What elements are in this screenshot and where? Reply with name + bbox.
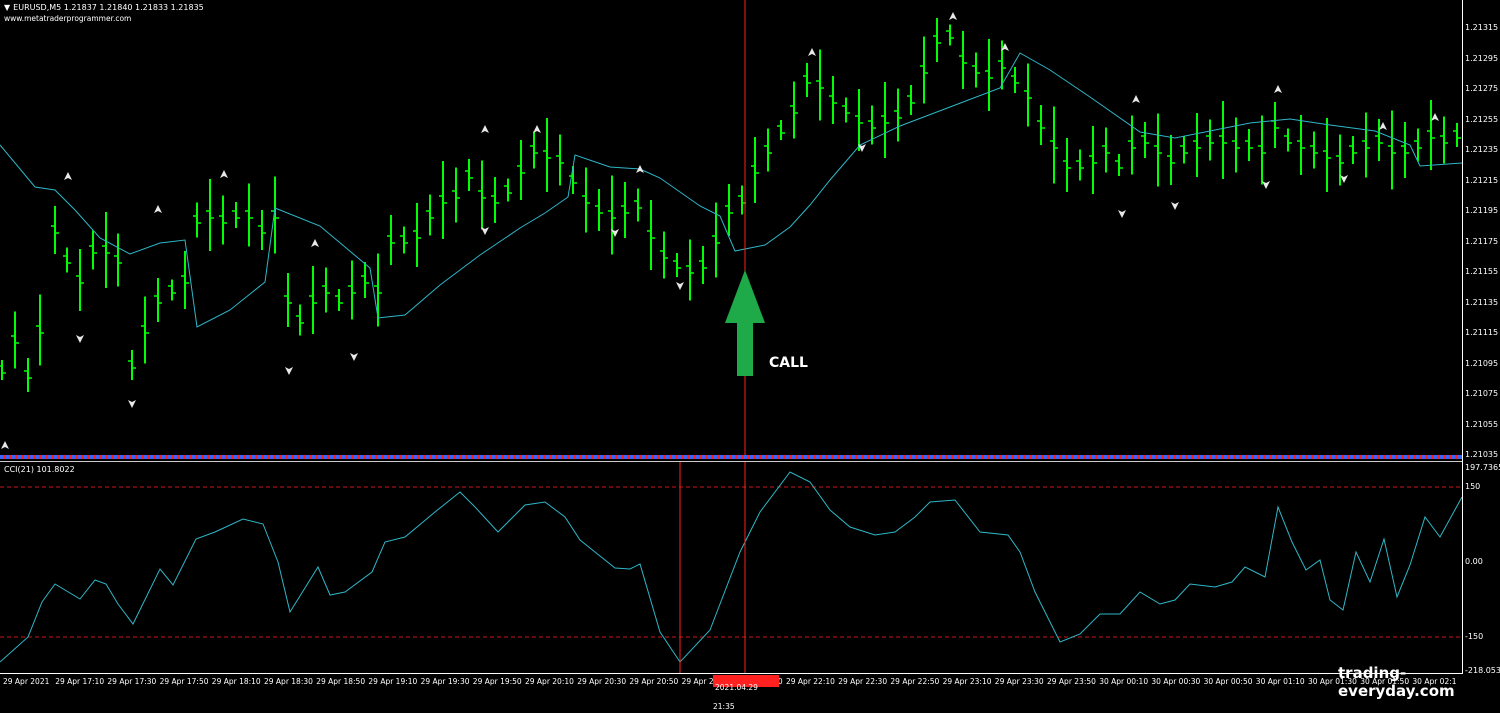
down-fractal-icon [676, 282, 684, 290]
time-tick: 29 Apr 20:10 [525, 677, 574, 686]
time-cursor-label: 2021.04.29 21:35 [713, 683, 758, 711]
up-fractal-icon [220, 170, 228, 178]
down-fractal-icon [350, 353, 358, 361]
up-fractal-icon [154, 205, 162, 213]
cci-tick: -150 [1465, 632, 1484, 641]
price-tick: 1.21075 [1465, 389, 1499, 398]
down-fractal-icon [481, 227, 489, 235]
down-fractal-icon [128, 400, 136, 408]
up-fractal-icon [64, 172, 72, 180]
time-tick: 29 Apr 20:30 [577, 677, 627, 686]
time-cursor-badge: 2021.04.29 21:35 [713, 675, 779, 711]
time-tick: 30 Apr 00:50 [1203, 677, 1253, 686]
price-tick: 1.21175 [1465, 236, 1499, 246]
price-tick: 1.21295 [1465, 53, 1499, 63]
price-bars [0, 18, 1461, 392]
time-tick: 29 Apr 20:50 [629, 677, 679, 686]
down-fractal-icon [1340, 175, 1348, 183]
up-fractal-icon [1379, 122, 1387, 130]
time-tick: 29 Apr 22:10 [786, 677, 835, 686]
cci-line [0, 471, 1462, 663]
cci-tick: 0.00 [1465, 557, 1483, 566]
price-tick: 1.21035 [1465, 450, 1499, 459]
up-fractal-icon [311, 239, 319, 247]
time-axis-border [0, 673, 1462, 674]
time-tick: 29 Apr 22:50 [890, 677, 940, 686]
moving-average-line [0, 52, 1462, 328]
price-tick: 1.21155 [1465, 267, 1499, 276]
time-tick: 29 Apr 17:30 [107, 677, 157, 686]
time-tick: 29 Apr 17:50 [159, 677, 209, 686]
down-fractal-icon [76, 335, 84, 343]
time-tick: 29 Apr 23:30 [994, 677, 1044, 686]
time-tick: 29 Apr 17:10 [55, 677, 105, 686]
chart-window[interactable]: ▼ EURUSD,M5 1.21837 1.21840 1.21833 1.218… [0, 0, 1500, 711]
time-tick: 29 Apr 18:30 [264, 677, 313, 686]
up-fractal-icon [949, 12, 957, 20]
time-tick: 29 Apr 22:30 [838, 677, 888, 686]
time-tick: 30 Apr 01:10 [1255, 677, 1305, 686]
price-tick: 1.21115 [1465, 328, 1499, 337]
call-signal-label: CALL [769, 355, 808, 371]
panel-separator[interactable] [0, 455, 1462, 459]
down-fractal-icon [1262, 181, 1270, 189]
price-tick: 1.21195 [1465, 206, 1499, 215]
up-fractal-icon [1, 441, 9, 449]
price-tick: 1.21215 [1465, 175, 1499, 185]
buy-arrows [1, 12, 1439, 449]
cci-tick: 197.7365 [1465, 463, 1500, 472]
price-tick: 1.21055 [1465, 419, 1499, 429]
up-fractal-icon [1274, 85, 1282, 93]
time-tick: 29 Apr 19:30 [420, 677, 470, 686]
price-tick: 1.21135 [1465, 297, 1499, 307]
price-tick: 1.21255 [1465, 114, 1499, 124]
price-tick: 1.21275 [1465, 84, 1499, 93]
cci-tick: 150 [1465, 482, 1481, 491]
time-tick: 29 Apr 18:50 [316, 677, 366, 686]
price-chart[interactable] [0, 0, 1462, 455]
up-fractal-icon [1132, 95, 1140, 103]
time-tick: 29 Apr 19:10 [368, 677, 418, 686]
up-fractal-icon [1431, 113, 1439, 121]
time-tick: 29 Apr 2021 [3, 677, 50, 686]
time-tick: 30 Apr 00:30 [1151, 677, 1201, 686]
up-fractal-icon [481, 125, 489, 133]
cci-indicator-panel[interactable] [0, 462, 1462, 674]
call-arrow-icon [725, 270, 765, 376]
time-tick: 29 Apr 23:10 [942, 677, 992, 686]
price-tick: 1.21315 [1465, 23, 1499, 32]
time-tick: 29 Apr 19:50 [472, 677, 522, 686]
watermark: trading-everyday.com [1338, 664, 1455, 700]
price-axis-border [1462, 0, 1463, 674]
price-tick: 1.21095 [1465, 358, 1499, 368]
time-tick: 29 Apr 23:50 [1047, 677, 1096, 686]
time-tick: 30 Apr 00:10 [1099, 677, 1149, 686]
up-fractal-icon [808, 48, 816, 56]
down-fractal-icon [1171, 202, 1179, 210]
down-fractal-icon [1118, 210, 1126, 218]
down-fractal-icon [285, 367, 293, 375]
up-fractal-icon [533, 125, 541, 133]
price-tick: 1.21235 [1465, 145, 1499, 154]
time-tick: 29 Apr 18:10 [211, 677, 261, 686]
